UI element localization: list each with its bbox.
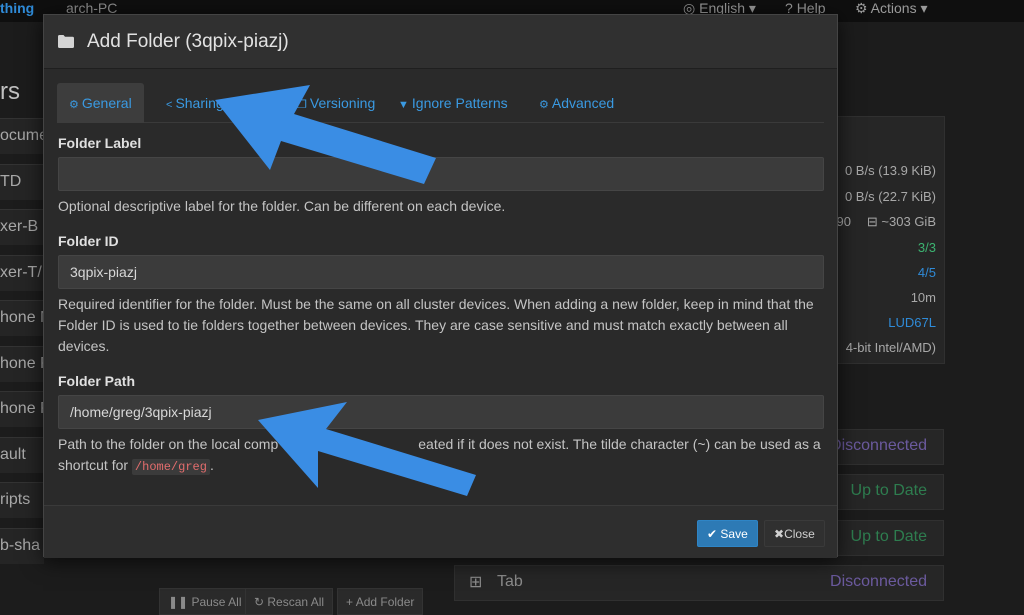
annotation-arrows <box>215 85 476 496</box>
arrow-pointing-sharing-tab <box>215 85 436 184</box>
arrow-pointing-folder-path <box>258 402 476 496</box>
